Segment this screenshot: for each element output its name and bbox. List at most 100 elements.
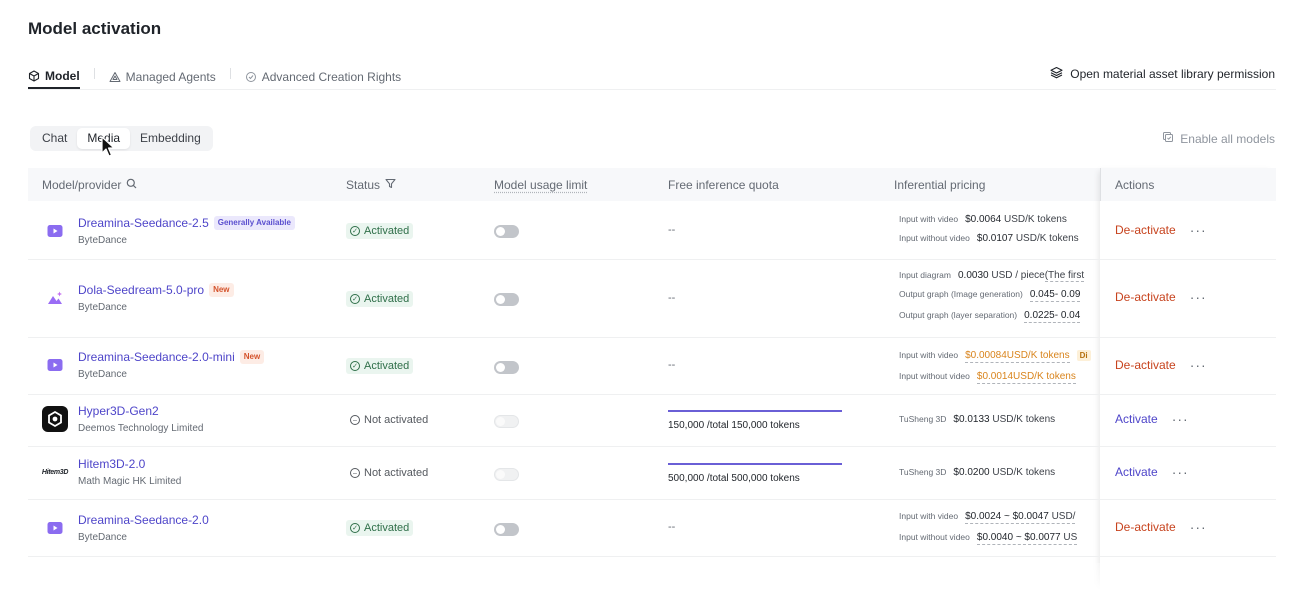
status-badge: – Not activated <box>346 465 432 481</box>
pricing-cell: Input with video $0.00084USD/K tokens Di… <box>899 350 1102 384</box>
deactivate-button[interactable]: De-activate <box>1115 223 1176 237</box>
usage-limit-toggle[interactable] <box>494 293 519 306</box>
triangle-icon <box>109 71 121 83</box>
table-row: Dreamina-Seedance-2.0-mini New ByteDance… <box>28 338 1276 395</box>
table-header: Model/provider Status Model usage limit … <box>28 168 1276 201</box>
model-text: Dola-Seedream-5.0-pro New ByteDance <box>78 283 234 313</box>
pricing-label: Output graph (Image generation) <box>899 289 1023 299</box>
model-name[interactable]: Hitem3D-2.0 <box>78 457 181 471</box>
header-usage-limit[interactable]: Model usage limit <box>494 178 587 192</box>
price-unit: USD/K tokens <box>1004 214 1067 225</box>
new-badge: New <box>209 283 234 297</box>
deactivate-button[interactable]: De-activate <box>1115 358 1176 372</box>
model-name[interactable]: Dreamina-Seedance-2.5 Generally Availabl… <box>78 216 295 230</box>
status-label: Activated <box>364 293 410 305</box>
header-free-quota: Free inference quota <box>668 178 779 192</box>
model-provider: Math Magic HK Limited <box>78 476 182 487</box>
header-model: Model/provider <box>42 178 137 192</box>
model-name-text[interactable]: Dreamina-Seedance-2.0 <box>78 513 209 527</box>
price-unit: USD / piece <box>991 270 1045 281</box>
usage-limit-toggle[interactable] <box>494 361 519 374</box>
model-name-text[interactable]: Dreamina-Seedance-2.5 <box>78 216 209 230</box>
price-amount: $0.0040 ~ $0.0077 <box>976 532 1061 543</box>
hyper3d-logo-icon <box>42 406 68 432</box>
pricing-value: $0.0200 USD/K tokens <box>953 467 1055 478</box>
pricing-cell: Input diagram 0.0030 USD / piece(The fir… <box>899 270 1102 323</box>
activate-button[interactable]: Activate <box>1115 465 1158 479</box>
model-name-text[interactable]: Hitem3D-2.0 <box>78 457 145 471</box>
tab-advanced-creation-rights[interactable]: Advanced Creation Rights <box>245 58 401 89</box>
price-unit: USD/K tokens <box>1013 371 1076 382</box>
model-name-text[interactable]: Dola-Seedream-5.0-pro <box>78 283 204 297</box>
pricing-line: Output graph (layer separation) 0.0225- … <box>899 310 1102 323</box>
quota-progress-bar <box>668 410 842 412</box>
model-name-text[interactable]: Hyper3D-Gen2 <box>78 404 159 418</box>
more-options-icon[interactable]: ··· <box>1172 465 1189 479</box>
pricing-label: Output graph (layer separation) <box>899 310 1018 320</box>
tab-managed-agents[interactable]: Managed Agents <box>109 58 216 89</box>
model-name-text[interactable]: Dreamina-Seedance-2.0-mini <box>78 350 235 364</box>
model-name[interactable]: Dreamina-Seedance-2.0 <box>78 513 209 527</box>
open-material-permission-button[interactable]: Open material asset library permission <box>1050 66 1275 82</box>
pricing-line: TuSheng 3D $0.0133 USD/K tokens <box>899 414 1102 425</box>
scroll-fade-overlay <box>0 563 1308 590</box>
table-row: Dreamina-Seedance-2.5 Generally Availabl… <box>28 201 1276 260</box>
more-options-icon[interactable]: ··· <box>1190 290 1207 304</box>
usage-limit-toggle[interactable] <box>494 225 519 238</box>
model-text: Hyper3D-Gen2 Deemos Technology Limited <box>78 404 203 434</box>
deactivate-button[interactable]: De-activate <box>1115 290 1176 304</box>
tab-model[interactable]: Model <box>28 58 80 89</box>
price-amount: $0.0200 <box>953 467 990 478</box>
segment-embedding[interactable]: Embedding <box>130 128 211 149</box>
tab-model-label: Model <box>45 69 80 83</box>
tab-managed-agents-label: Managed Agents <box>125 70 216 84</box>
price-unit: USD/K tokens <box>1006 350 1070 361</box>
model-name[interactable]: Dola-Seedream-5.0-pro New <box>78 283 234 297</box>
layers-icon <box>1050 66 1063 82</box>
pricing-label: TuSheng 3D <box>899 467 947 477</box>
pricing-value: $0.0014USD/K tokens <box>976 371 1076 384</box>
action-cell: Activate ··· <box>1115 412 1189 426</box>
model-cell: Dreamina-Seedance-2.0 ByteDance <box>42 513 209 543</box>
model-provider: ByteDance <box>78 302 127 313</box>
price-unit: US <box>1063 532 1078 543</box>
segment-chat[interactable]: Chat <box>32 128 77 149</box>
more-options-icon[interactable]: ··· <box>1190 223 1207 237</box>
actions-column-divider <box>1100 168 1101 201</box>
model-text: Dreamina-Seedance-2.0-mini New ByteDance <box>78 350 265 380</box>
free-quota-value: -- <box>668 359 676 371</box>
pricing-line: Output graph (Image generation) 0.045- 0… <box>899 289 1102 302</box>
more-options-icon[interactable]: ··· <box>1172 412 1189 426</box>
tab-separator <box>93 68 95 79</box>
models-table: Model/provider Status Model usage limit … <box>28 168 1276 557</box>
free-quota-value: -- <box>668 521 676 533</box>
filter-icon[interactable] <box>385 178 396 192</box>
price-extra: (The first <box>1044 270 1085 282</box>
header-status-label: Status <box>346 178 381 192</box>
usage-limit-toggle[interactable] <box>494 523 519 536</box>
enable-all-models-button[interactable]: Enable all models <box>1162 131 1275 146</box>
top-tabs: Model Managed Agents Advanced Creation R… <box>28 58 401 90</box>
model-cell: Hitem3D Hitem3D-2.0 Math Magic HK Limite… <box>41 457 182 487</box>
status-label: Not activated <box>364 467 429 479</box>
model-name[interactable]: Hyper3D-Gen2 <box>78 404 203 418</box>
model-name[interactable]: Dreamina-Seedance-2.0-mini New <box>78 350 265 364</box>
activate-button[interactable]: Activate <box>1115 412 1158 426</box>
status-label: Not activated <box>364 414 429 426</box>
hitem3d-logo-text: Hitem3D <box>41 468 69 476</box>
usage-limit-toggle[interactable] <box>494 415 519 428</box>
more-options-icon[interactable]: ··· <box>1190 520 1207 534</box>
pricing-value: $0.0133 USD/K tokens <box>953 414 1055 425</box>
minus-circle-icon: – <box>350 468 360 478</box>
image-model-icon <box>42 285 68 311</box>
model-provider: ByteDance <box>78 532 127 543</box>
deactivate-button[interactable]: De-activate <box>1115 520 1176 534</box>
segment-media[interactable]: Media <box>77 128 131 149</box>
price-amount: 0.0030 <box>957 270 989 281</box>
pricing-label: Input without video <box>899 371 970 381</box>
usage-limit-toggle[interactable] <box>494 468 519 481</box>
search-icon[interactable] <box>126 178 137 192</box>
pricing-cell: TuSheng 3D $0.0133 USD/K tokens <box>899 414 1102 425</box>
pricing-cell: TuSheng 3D $0.0200 USD/K tokens <box>899 467 1102 478</box>
more-options-icon[interactable]: ··· <box>1190 358 1207 372</box>
